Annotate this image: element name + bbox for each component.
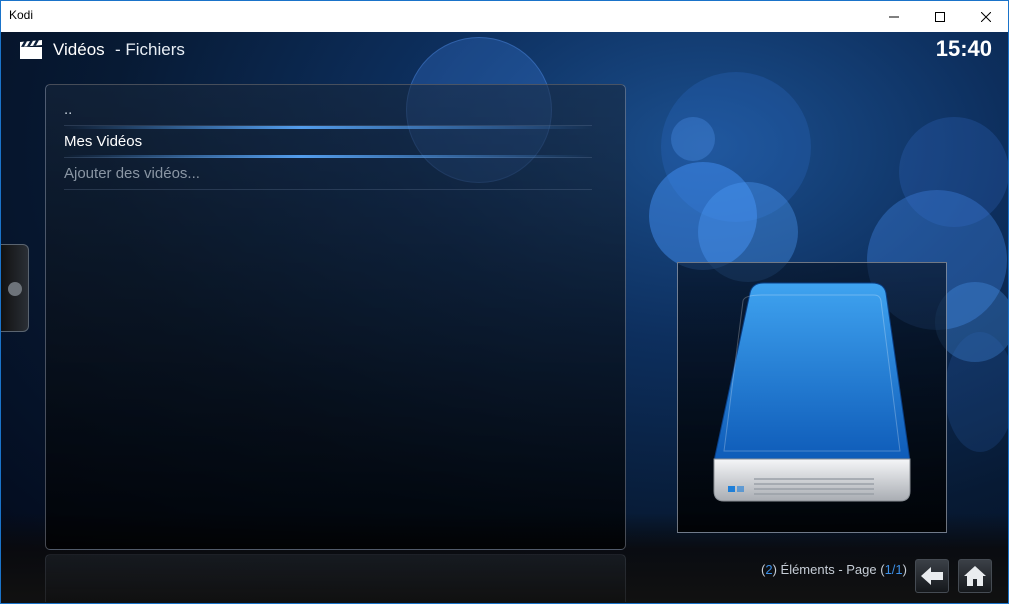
hard-drive-icon [713, 282, 911, 502]
file-list-panel: .. Mes Vidéos Ajouter des vidéos... [45, 84, 626, 550]
status-elements-text: ) Éléments - Page ( [772, 562, 885, 577]
bokeh-light [945, 332, 1008, 452]
close-button[interactable] [963, 1, 1008, 32]
minimize-button[interactable] [871, 1, 917, 32]
list-item-label: Ajouter des vidéos... [64, 165, 200, 182]
page-indicator: 1/1 [884, 562, 903, 577]
item-count-status: (2) Éléments - Page (1/1) [761, 562, 907, 577]
list-item-add-videos[interactable]: Ajouter des vidéos... [64, 159, 592, 190]
status-paren: ) [902, 562, 907, 577]
item-count: 2 [765, 562, 773, 577]
back-button[interactable] [915, 559, 949, 593]
section-title: Vidéos [53, 40, 105, 59]
close-icon [981, 11, 991, 22]
maximize-icon [935, 11, 945, 22]
section-subtitle: - Fichiers [115, 40, 185, 59]
focus-highlight [64, 126, 592, 129]
maximize-button[interactable] [917, 1, 963, 32]
clapperboard-icon [20, 40, 42, 59]
kodi-stage: Vidéos - Fichiers 15:40 .. Mes Vidéos Aj… [1, 32, 1008, 603]
home-button[interactable] [958, 559, 992, 593]
kodi-window: Kodi Vidéos - Fichiers 15:40 .. Mes Vidé… [0, 0, 1009, 604]
minimize-icon [889, 16, 899, 17]
bokeh-light [671, 117, 715, 161]
focus-highlight [64, 155, 592, 158]
list-item-label: .. [64, 101, 73, 118]
thumbnail-frame [677, 262, 947, 533]
list-item-label: Mes Vidéos [64, 133, 143, 150]
home-icon [964, 566, 986, 586]
file-list-reflection [45, 554, 626, 602]
list-item-parent[interactable]: .. [64, 95, 592, 126]
back-arrow-icon [921, 567, 943, 585]
list-item-mes-videos[interactable]: Mes Vidéos [64, 126, 592, 158]
side-menu-tab[interactable] [1, 244, 29, 332]
side-menu-icon [8, 282, 22, 296]
bokeh-light [899, 117, 1008, 227]
window-title: Kodi [9, 8, 34, 22]
clock: 15:40 [935, 36, 992, 61]
window-titlebar: Kodi [1, 1, 1008, 32]
